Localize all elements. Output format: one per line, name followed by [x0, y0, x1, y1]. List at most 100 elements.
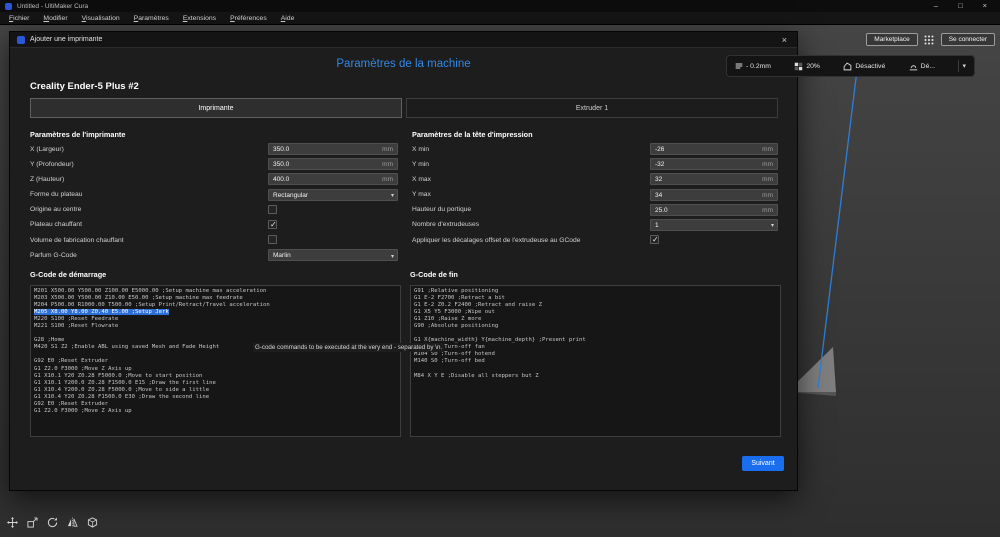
setting-label: X min — [412, 146, 429, 153]
close-icon[interactable]: × — [983, 0, 987, 12]
printhead-fields: X min-26mmY min-32mmX max32mmY max34mmHa… — [412, 142, 778, 248]
setting-label: Volume de fabrication chauffant — [30, 237, 124, 244]
start-gcode-title: G-Code de démarrage — [30, 270, 106, 279]
rotate-icon[interactable] — [46, 516, 59, 529]
setting-dropdown[interactable]: Rectangular▾ — [268, 189, 398, 201]
setting-row: Z (Hauteur)400.0mm — [30, 172, 398, 187]
setting-unit: mm — [382, 161, 393, 168]
printhead-settings-column: Paramètres de la tête d'impression X min… — [412, 128, 778, 248]
setting-row: Appliquer les décalages offset de l'extr… — [412, 233, 778, 248]
setting-label: X (Largeur) — [30, 146, 64, 153]
support-icon — [843, 62, 852, 71]
profile-setting[interactable]: - 0.2mm — [735, 62, 771, 70]
selected-gcode-line: M205 X8.00 Y8.00 Z0.40 E5.00 ;Setup Jerk — [34, 309, 169, 315]
adhesion-setting[interactable]: Dé... — [909, 62, 935, 71]
gcode-line: G1 E-2 F2700 ;Retract a bit — [414, 295, 505, 301]
support-setting[interactable]: Désactivé — [843, 62, 885, 71]
setting-label: X max — [412, 176, 431, 183]
dock-expand[interactable]: ▾ — [958, 60, 966, 72]
setting-row: X min -26 mm — [412, 142, 778, 157]
applications-grid-icon[interactable] — [924, 34, 935, 45]
support-value: Désactivé — [855, 63, 885, 70]
setting-input[interactable]: 350.0mm — [268, 158, 398, 170]
menu-visualisation[interactable]: Visualisation — [75, 12, 127, 25]
setting-checkbox[interactable] — [268, 220, 277, 229]
gcode-line: G1 E-2 Z0.2 F2400 ;Retract and raise Z — [414, 302, 542, 308]
gcode-line: G92 E0 ;Reset Extruder — [34, 401, 108, 407]
chevron-down-icon[interactable]: ▾ — [962, 62, 966, 70]
setting-checkbox[interactable] — [650, 235, 659, 244]
setting-input[interactable]: 32mm — [650, 173, 778, 185]
setting-label: Y min — [412, 161, 429, 168]
sign-in-button[interactable]: Se connecter — [941, 33, 995, 46]
setting-row: Y min -32mm — [412, 157, 778, 172]
maximize-icon[interactable]: □ — [958, 0, 963, 12]
menu-preferences[interactable]: Préférences — [223, 12, 274, 25]
gcode-line: M420 S1 Z2 ;Enable ABL using saved Mesh … — [34, 344, 219, 350]
window-title: Untitled - UltiMaker Cura — [17, 3, 88, 10]
setting-value: -26 — [655, 146, 664, 153]
scale-icon[interactable] — [26, 516, 39, 529]
setting-label: Y max — [412, 191, 431, 198]
setting-input[interactable]: 25.0mm — [650, 204, 778, 216]
setting-unit: mm — [762, 207, 773, 214]
setting-input[interactable]: 400.0mm — [268, 173, 398, 185]
setting-value: 1 — [655, 222, 659, 229]
setting-dropdown[interactable]: 1▾ — [650, 219, 778, 231]
gcode-line: G28 ;Home — [34, 337, 64, 343]
menu-aide[interactable]: Aide — [274, 12, 302, 25]
setting-label: Parfum G-Code — [30, 252, 77, 259]
gcode-tooltip: G-code commands to be executed at the ve… — [253, 343, 444, 352]
setting-value: 34 — [655, 192, 662, 199]
chevron-down-icon: ▾ — [771, 222, 774, 229]
main-header: Marketplace Se connecter — [866, 33, 995, 46]
setting-row: X max 32mm — [412, 172, 778, 187]
printhead-section-title: Paramètres de la tête d'impression — [412, 128, 778, 142]
adhesion-icon — [909, 62, 918, 71]
setting-checkbox[interactable] — [268, 235, 277, 244]
tab-imprimante[interactable]: Imprimante — [30, 98, 402, 118]
setting-label: Appliquer les décalages offset de l'extr… — [412, 237, 580, 244]
gcode-line: G1 X10.4 Y20 Z0.28 F1500.0 E30 ;Draw the… — [34, 394, 209, 400]
setting-label: Y (Profondeur) — [30, 161, 74, 168]
setting-input[interactable]: 350.0mm — [268, 143, 398, 155]
cura-logo-icon — [17, 36, 25, 44]
end-gcode-editor[interactable]: G91 ;Relative positioningG1 E-2 F2700 ;R… — [410, 285, 781, 437]
adhesion-value: Dé... — [921, 63, 935, 70]
gcode-line: M203 X500.00 Y500.00 Z10.00 E50.00 ;Setu… — [34, 295, 243, 301]
menu-parametres[interactable]: Paramètres — [127, 12, 176, 25]
marketplace-button[interactable]: Marketplace — [866, 33, 917, 46]
next-button[interactable]: Suivant — [742, 456, 784, 471]
window-titlebar: Untitled - UltiMaker Cura – □ × — [0, 0, 1000, 12]
close-icon[interactable]: × — [779, 35, 790, 45]
gcode-line: G1 X10.1 Y20 Z0.28 F5000.0 ;Move to star… — [34, 373, 202, 379]
tab-extruder-1[interactable]: Extruder 1 — [406, 98, 778, 118]
machine-name: Creality Ender-5 Plus #2 — [30, 81, 139, 92]
menu-fichier[interactable]: Fichier — [2, 12, 36, 25]
setting-row: Origine au centre — [30, 203, 398, 218]
setting-label: Forme du plateau — [30, 191, 82, 198]
start-gcode-editor[interactable]: M201 X500.00 Y500.00 Z100.00 E5000.00 ;S… — [30, 285, 401, 437]
gcode-line: M140 S0 ;Turn-off bed — [414, 358, 485, 364]
setting-input[interactable]: -32mm — [650, 158, 778, 170]
setting-value: 350.0 — [273, 146, 289, 153]
mirror-icon[interactable] — [66, 516, 79, 529]
setting-row: X (Largeur) 350.0mm — [30, 142, 398, 157]
setting-value: 32 — [655, 176, 662, 183]
setting-dropdown[interactable]: Marlin▾ — [268, 249, 398, 261]
infill-value: 20% — [806, 63, 820, 70]
gcode-line: M204 P500.00 R1000.00 T500.00 ;Setup Pri… — [34, 302, 270, 308]
dialog-title: Paramètres de la machine — [10, 58, 797, 70]
setting-input[interactable]: 34mm — [650, 189, 778, 201]
minimize-icon[interactable]: – — [934, 0, 938, 12]
setting-checkbox[interactable] — [268, 205, 277, 214]
setting-input[interactable]: -26 mm — [650, 143, 778, 155]
support-blocker-icon[interactable] — [86, 516, 99, 529]
move-icon[interactable] — [6, 516, 19, 529]
menu-extensions[interactable]: Extensions — [176, 12, 223, 25]
infill-setting[interactable]: 20% — [794, 62, 820, 71]
gcode-line: G1 Z10 ;Raise Z more — [414, 316, 481, 322]
setting-unit: mm — [762, 146, 773, 153]
menu-modifier[interactable]: Modifier — [36, 12, 74, 25]
print-settings-dock[interactable]: - 0.2mm 20% Désactivé Dé... ▾ — [726, 55, 975, 77]
